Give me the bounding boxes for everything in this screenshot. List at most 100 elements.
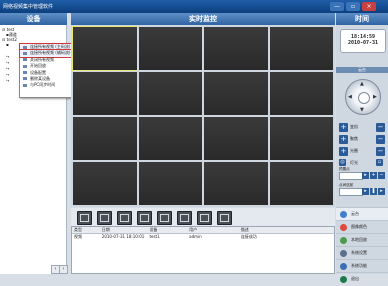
window-title: 网络视频集中管理软件: [3, 4, 54, 10]
video-cell[interactable]: [73, 117, 137, 160]
minimize-button[interactable]: —: [330, 2, 344, 11]
arrow-up-icon[interactable]: ▲: [360, 81, 364, 87]
menu-image-color[interactable]: 图像颜色: [336, 220, 388, 234]
arrow-right-icon[interactable]: ▶: [373, 94, 377, 100]
scroll-right-button[interactable]: ›: [59, 265, 68, 274]
cruise-pause-button[interactable]: ❚: [370, 188, 377, 195]
camera-icon: ↪: [6, 66, 10, 71]
devices-header: 设备: [0, 13, 67, 25]
preset-remove-button[interactable]: −: [378, 172, 385, 179]
folder-icon: ⊟: [2, 27, 6, 32]
camera-icon: ↪: [6, 60, 10, 65]
tree-item-channel[interactable]: ↪: [6, 72, 9, 77]
control-panel: 18:14:59 2010-07-31 云台 ▲ ▼ ◀ ▶ + 变倍 − + …: [336, 25, 388, 283]
layout-4-button[interactable]: [97, 211, 112, 225]
zoom-control: + 变倍 −: [339, 123, 385, 132]
menu-local-playback[interactable]: 本地回放: [336, 233, 388, 247]
video-cell[interactable]: [72, 26, 138, 71]
video-cell[interactable]: [269, 162, 333, 205]
layout-custom-button[interactable]: [197, 211, 212, 225]
arrow-down-icon[interactable]: ▼: [360, 107, 364, 113]
video-cell[interactable]: [138, 72, 202, 115]
camera-icon: ↪: [6, 54, 10, 59]
restore-button[interactable]: ▫: [346, 2, 360, 11]
layout-9-button[interactable]: [157, 211, 172, 225]
log-header: 类型 日期 设备 用户 描述: [72, 227, 334, 234]
layout-16-button[interactable]: [177, 211, 192, 225]
ptz-direction-pad[interactable]: ▲ ▼ ◀ ▶: [345, 79, 381, 115]
table-row[interactable]: 视频 2010-07-31 18:10:01 test1 admin 连接成功: [72, 234, 334, 240]
tree-item-test2[interactable]: ⊟ test2: [2, 37, 17, 42]
video-icon: [23, 51, 27, 55]
tree-item-channel[interactable]: ↪: [6, 66, 9, 71]
menu-ptz[interactable]: 云台: [336, 207, 388, 221]
clock-date: 2010-07-31: [347, 40, 379, 46]
focus-out-button[interactable]: −: [376, 135, 385, 144]
close-video-icon: [23, 58, 27, 62]
video-cell[interactable]: [204, 27, 268, 70]
zoom-in-button[interactable]: +: [339, 123, 348, 132]
arrow-left-icon[interactable]: ◀: [348, 94, 352, 100]
layout-1-button[interactable]: [77, 211, 92, 225]
log-table: 类型 日期 设备 用户 描述 视频 2010-07-31 18:10:01 te…: [71, 226, 335, 274]
video-cell[interactable]: [138, 27, 202, 70]
menu-system-settings[interactable]: 系统设置: [336, 246, 388, 260]
preset-add-button[interactable]: +: [370, 172, 377, 179]
layout-toolbar: [71, 208, 335, 226]
camera-icon: ↪: [6, 72, 10, 77]
iris-open-button[interactable]: +: [339, 147, 348, 156]
cruise-next-button[interactable]: ▸: [378, 188, 385, 195]
folder-icon: ⊟: [2, 37, 6, 42]
clock-display: 18:14:59 2010-07-31: [340, 29, 386, 53]
zoom-out-button[interactable]: −: [376, 123, 385, 132]
ptz-icon: [340, 211, 347, 218]
ptz-title: 云台: [336, 67, 388, 73]
camera-icon: ▪: [6, 42, 9, 47]
cruise-play-button[interactable]: ▸: [362, 188, 369, 195]
ptz-center-button[interactable]: [358, 92, 370, 104]
iris-close-button[interactable]: −: [376, 147, 385, 156]
title-bar: 网络视频集中管理软件 — ▫ ×: [0, 0, 388, 13]
video-cell[interactable]: [204, 117, 268, 160]
color-icon: [340, 224, 347, 231]
video-cell[interactable]: [269, 117, 333, 160]
light-off-button[interactable]: ▫: [376, 159, 383, 166]
playback-icon: [340, 237, 347, 244]
video-cell[interactable]: [138, 162, 202, 205]
video-cell[interactable]: [204, 72, 268, 115]
delete-icon: [23, 77, 27, 81]
iris-control: + 光圈 −: [339, 147, 385, 156]
video-cell[interactable]: [73, 162, 137, 205]
layout-8-button[interactable]: [137, 211, 152, 225]
functions-icon: [340, 263, 347, 270]
focus-in-button[interactable]: +: [339, 135, 348, 144]
video-icon: [23, 45, 27, 49]
tree-item-channel[interactable]: ↪: [6, 60, 9, 65]
settings-icon: [340, 250, 347, 257]
video-cell[interactable]: [138, 117, 202, 160]
playback-icon: [23, 64, 27, 68]
video-cell[interactable]: [73, 72, 137, 115]
preset-goto-button[interactable]: ▸: [362, 172, 369, 179]
layout-6-button[interactable]: [117, 211, 132, 225]
video-cell[interactable]: [204, 162, 268, 205]
cruise-select[interactable]: [339, 188, 363, 196]
live-header: 实时监控: [71, 13, 335, 25]
close-button[interactable]: ×: [362, 2, 376, 11]
time-header: 时间: [336, 13, 388, 25]
fullscreen-button[interactable]: [217, 211, 232, 225]
exit-icon: [340, 276, 347, 283]
video-cell[interactable]: [269, 27, 333, 70]
tree-item-channel[interactable]: ↪: [6, 78, 9, 83]
tree-item-selected[interactable]: ▪: [6, 42, 9, 47]
camera-icon: ↪: [6, 78, 10, 83]
menu-exit[interactable]: 退出: [336, 272, 388, 286]
menu-system-functions[interactable]: 系统功能: [336, 259, 388, 273]
light-toggle-button[interactable]: ◎: [339, 159, 346, 166]
config-icon: [23, 71, 27, 75]
clock-icon: [23, 83, 27, 87]
preset-select[interactable]: [339, 172, 363, 180]
tree-item-channel[interactable]: ↪: [6, 54, 9, 59]
video-cell[interactable]: [269, 72, 333, 115]
focus-control: + 聚焦 −: [339, 135, 385, 144]
